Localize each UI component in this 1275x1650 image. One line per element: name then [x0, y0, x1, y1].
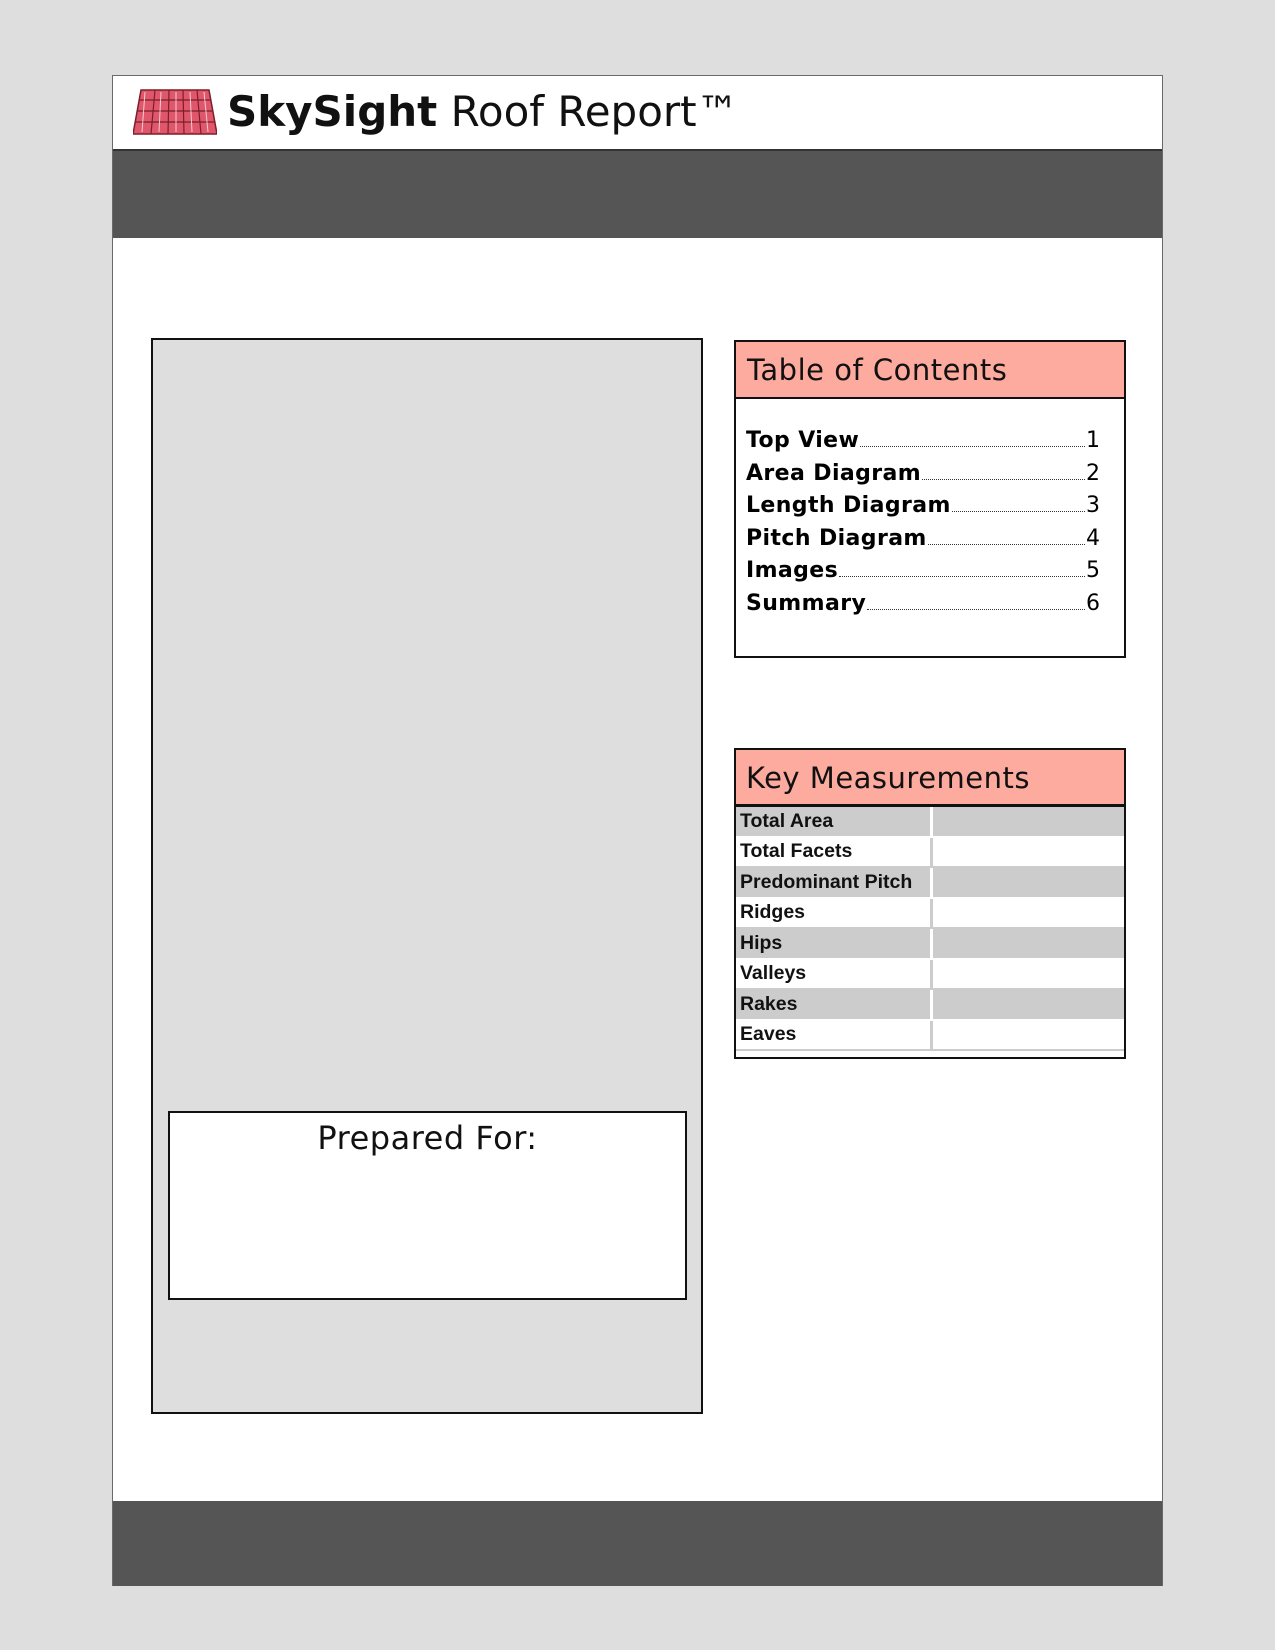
toc-item-page: 5	[1086, 558, 1100, 583]
footer-band	[113, 1501, 1162, 1586]
table-row: Valleys	[736, 958, 1124, 990]
toc-item-label: Area Diagram	[746, 460, 922, 486]
toc-leader-dots	[860, 446, 1085, 447]
toc-list: Top View 1 Area Diagram 2 Length Diagram…	[746, 428, 1100, 623]
toc-item-label: Images	[746, 558, 839, 583]
table-row: Hips	[736, 928, 1124, 960]
toc-leader-dots	[867, 608, 1085, 610]
toc-item-label: Top View	[746, 428, 860, 453]
toc-leader-dots	[927, 543, 1085, 545]
toc-item-page: 2	[1086, 460, 1100, 486]
table-row: Total Facets	[736, 836, 1124, 868]
measurement-value	[929, 807, 1124, 838]
roof-tiles-icon	[133, 89, 217, 135]
measurement-label: Rakes	[736, 989, 931, 1021]
report-page: SkySight Roof Report™ Prepared For: Tabl…	[112, 75, 1163, 1586]
measurement-label: Total Area	[736, 807, 931, 838]
measurement-value	[929, 1019, 1124, 1051]
toc-leader-dots	[922, 478, 1085, 480]
toc-item-page: 4	[1086, 525, 1100, 551]
header-band	[113, 151, 1162, 238]
prepared-for-box: Prepared For:	[168, 1111, 687, 1300]
toc-item-label: Summary	[746, 590, 867, 616]
key-measurements: Key Measurements Total Area Total Facets…	[734, 748, 1126, 1059]
measurement-value	[929, 867, 1124, 899]
measurement-value	[929, 836, 1124, 868]
measurement-value	[929, 928, 1124, 960]
table-row: Rakes	[736, 989, 1124, 1021]
toc-item-page: 1	[1086, 428, 1100, 453]
toc-leader-dots	[839, 576, 1085, 577]
measurement-label: Eaves	[736, 1019, 931, 1051]
measurement-label: Hips	[736, 928, 931, 960]
toc-item[interactable]: Pitch Diagram 4	[746, 526, 1100, 559]
cover-image-placeholder: Prepared For:	[151, 338, 703, 1414]
toc-item[interactable]: Area Diagram 2	[746, 461, 1100, 494]
toc-item-page: 6	[1086, 590, 1100, 616]
measurement-value	[929, 989, 1124, 1021]
measurement-value	[929, 958, 1124, 990]
key-measurements-title: Key Measurements	[736, 750, 1124, 807]
toc-item[interactable]: Summary 6	[746, 591, 1100, 624]
report-header: SkySight Roof Report™	[113, 76, 1162, 151]
toc-item[interactable]: Top View 1	[746, 428, 1100, 461]
table-row: Predominant Pitch	[736, 867, 1124, 899]
measurement-label: Predominant Pitch	[736, 867, 931, 899]
brand-name: SkySight	[227, 87, 438, 136]
table-of-contents: Table of Contents Top View 1 Area Diagra…	[734, 340, 1126, 658]
key-measurements-table: Total Area Total Facets Predominant Pitc…	[736, 807, 1124, 1051]
toc-item-page: 3	[1086, 493, 1100, 518]
table-row: Total Area	[736, 807, 1124, 838]
measurement-label: Ridges	[736, 897, 931, 929]
brand-subtitle: Roof Report™	[437, 87, 739, 136]
toc-title: Table of Contents	[736, 342, 1124, 399]
measurement-label: Valleys	[736, 958, 931, 990]
table-row: Ridges	[736, 897, 1124, 929]
table-row: Eaves	[736, 1019, 1124, 1051]
measurement-label: Total Facets	[736, 836, 931, 868]
toc-item[interactable]: Images 5	[746, 558, 1100, 591]
toc-leader-dots	[951, 511, 1085, 512]
toc-item[interactable]: Length Diagram 3	[746, 493, 1100, 526]
toc-item-label: Length Diagram	[746, 493, 951, 518]
report-title: SkySight Roof Report™	[227, 84, 739, 140]
measurement-value	[929, 897, 1124, 929]
prepared-for-label: Prepared For:	[317, 1119, 538, 1157]
toc-item-label: Pitch Diagram	[746, 525, 927, 551]
